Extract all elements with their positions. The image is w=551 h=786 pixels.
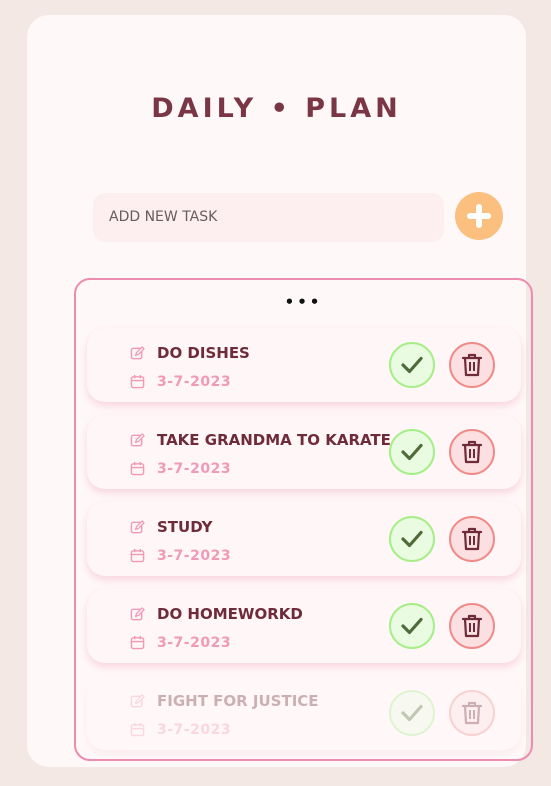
plus-icon: [467, 204, 491, 228]
complete-button[interactable]: [389, 690, 435, 736]
pencil-icon[interactable]: [130, 694, 145, 709]
pencil-icon[interactable]: [130, 346, 145, 361]
complete-button[interactable]: [389, 429, 435, 475]
checkmark-icon: [401, 443, 423, 461]
task-name: DO DISHES: [157, 344, 250, 362]
calendar-icon: [130, 374, 145, 389]
delete-button[interactable]: [449, 429, 495, 475]
calendar-icon: [130, 461, 145, 476]
complete-button[interactable]: [389, 603, 435, 649]
trash-icon: [461, 701, 483, 725]
calendar-icon: [130, 548, 145, 563]
add-task-button[interactable]: [455, 192, 503, 240]
pencil-icon[interactable]: [130, 520, 145, 535]
trash-icon: [461, 440, 483, 464]
task-date: 3-7-2023: [157, 548, 232, 564]
trash-icon: [461, 614, 483, 638]
task-name: DO HOMEWORKD: [157, 605, 303, 623]
delete-button[interactable]: [449, 342, 495, 388]
new-task-input[interactable]: ADD NEW TASK: [93, 193, 444, 242]
checkmark-icon: [401, 356, 423, 374]
task-date: 3-7-2023: [157, 722, 232, 738]
checkmark-icon: [401, 617, 423, 635]
task-date: 3-7-2023: [157, 461, 232, 477]
calendar-icon: [130, 722, 145, 737]
task-name: STUDY: [157, 518, 213, 536]
task-name: FIGHT FOR JUSTICE: [157, 692, 319, 710]
planner-card: DAILY • PLAN ADD NEW TASK ••• DO DISHES …: [27, 15, 533, 767]
task-item: DO HOMEWORKD 3-7-2023: [87, 589, 521, 663]
delete-button[interactable]: [449, 516, 495, 562]
delete-button[interactable]: [449, 690, 495, 736]
menu-dots[interactable]: •••: [76, 293, 531, 311]
pencil-icon[interactable]: [130, 607, 145, 622]
delete-button[interactable]: [449, 603, 495, 649]
trash-icon: [461, 353, 483, 377]
task-item: STUDY 3-7-2023: [87, 502, 521, 576]
task-name: TAKE GRANDMA TO KARATE: [157, 431, 391, 449]
task-date: 3-7-2023: [157, 374, 232, 390]
task-item: TAKE GRANDMA TO KARATE 3-7-2023: [87, 415, 521, 489]
task-list[interactable]: ••• DO DISHES 3-7-2023 TAKE GRANDMA TO K…: [74, 278, 533, 761]
task-item: DO DISHES 3-7-2023: [87, 328, 521, 402]
page-title: DAILY • PLAN: [151, 93, 402, 124]
task-date: 3-7-2023: [157, 635, 232, 651]
task-item: FIGHT FOR JUSTICE 3-7-2023: [87, 676, 521, 750]
complete-button[interactable]: [389, 516, 435, 562]
complete-button[interactable]: [389, 342, 435, 388]
trash-icon: [461, 527, 483, 551]
checkmark-icon: [401, 704, 423, 722]
pencil-icon[interactable]: [130, 433, 145, 448]
checkmark-icon: [401, 530, 423, 548]
calendar-icon: [130, 635, 145, 650]
